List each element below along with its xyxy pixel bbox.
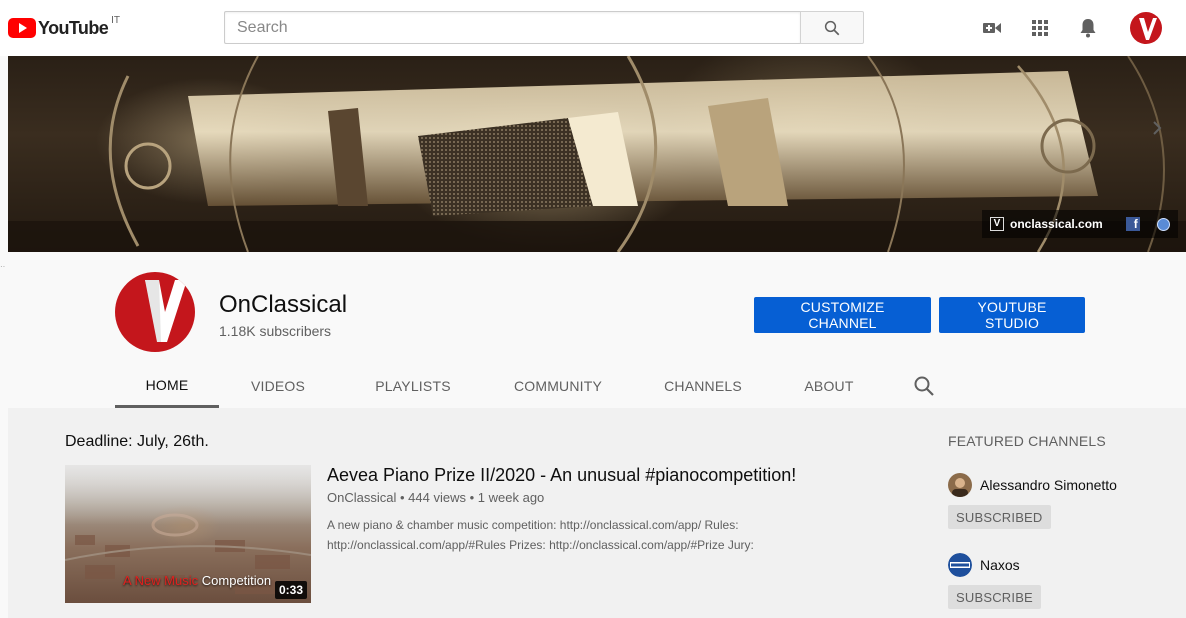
video-description: A new piano & chamber music competition:… <box>327 515 827 555</box>
website-link[interactable]: onclassical.com <box>1010 217 1103 231</box>
featured-channels-title: FEATURED CHANNELS <box>948 433 1106 449</box>
thumbnail-caption-red: A New Music <box>123 573 199 588</box>
search-button[interactable] <box>800 11 864 44</box>
globe-icon[interactable] <box>1156 217 1170 231</box>
naxos-logo-icon <box>948 553 972 577</box>
banner-links: V onclassical.com f <box>982 210 1178 238</box>
channel-home-content: Deadline: July, 26th. A New Music Compet… <box>8 408 1186 618</box>
onclassical-v-logo-icon <box>1139 18 1157 40</box>
account-avatar[interactable] <box>1130 12 1162 44</box>
tab-home[interactable]: HOME <box>115 364 219 408</box>
shelf-title: Deadline: July, 26th. <box>65 433 209 450</box>
tab-videos[interactable]: VIDEOS <box>235 364 321 408</box>
channel-header: OnClassical 1.18K subscribers CUSTOMIZE … <box>8 258 1186 408</box>
person-avatar-icon <box>948 473 972 497</box>
tab-playlists[interactable]: PLAYLISTS <box>361 364 465 408</box>
apps-grid-icon[interactable] <box>1028 16 1052 40</box>
country-code: IT <box>111 14 121 26</box>
youtube-logo[interactable]: YouTube IT <box>8 15 120 41</box>
video-duration: 0:33 <box>274 581 307 599</box>
featured-channel-name[interactable]: Naxos <box>980 557 1020 573</box>
subscribed-button[interactable]: SUBSCRIBED <box>948 505 1051 529</box>
notifications-bell-icon[interactable] <box>1076 16 1100 40</box>
video-channel[interactable]: OnClassical <box>327 490 396 505</box>
search-icon <box>824 20 840 35</box>
featured-channel-name[interactable]: Alessandro Simonetto <box>980 477 1117 493</box>
thumbnail-haze <box>65 465 311 525</box>
meta-separator: • <box>399 490 405 505</box>
video-age: 1 week ago <box>477 490 545 505</box>
meta-separator: • <box>469 490 475 505</box>
onclassical-site-icon: V <box>990 217 1004 231</box>
facebook-icon[interactable]: f <box>1125 217 1140 231</box>
youtube-logo-text: YouTube <box>38 17 109 38</box>
video-views: 444 views <box>408 490 466 505</box>
create-video-icon[interactable] <box>980 16 1004 40</box>
tab-channels[interactable]: CHANNELS <box>651 364 755 408</box>
tab-community[interactable]: COMMUNITY <box>499 364 617 408</box>
search-bar <box>224 11 864 44</box>
search-input[interactable] <box>224 11 800 44</box>
video-thumbnail[interactable]: A New Music Competition 0:33 <box>65 465 311 603</box>
channel-avatar[interactable] <box>115 272 195 352</box>
subscribe-button[interactable]: SUBSCRIBE <box>948 585 1041 609</box>
masthead: YouTube IT <box>0 0 1186 56</box>
featured-channel-avatar[interactable] <box>948 553 972 577</box>
onclassical-v-logo-icon <box>145 280 187 342</box>
description-line: http://onclassical.com/app/#Rules Prizes… <box>327 538 754 552</box>
thumbnail-caption: A New Music Competition <box>123 573 271 588</box>
description-line: A new piano & chamber music competition:… <box>327 518 739 532</box>
youtube-studio-button[interactable]: YOUTUBE STUDIO <box>939 297 1085 333</box>
page-edge-marks: ·· <box>0 262 6 271</box>
subscriber-count: 1.18K subscribers <box>219 323 332 339</box>
channel-name: OnClassical <box>219 291 348 318</box>
tab-about[interactable]: ABOUT <box>791 364 867 408</box>
chevron-right-icon[interactable] <box>1145 116 1169 140</box>
thumbnail-caption-white: Competition <box>201 573 272 588</box>
channel-banner: V onclassical.com f <box>8 56 1186 252</box>
featured-channel-avatar[interactable] <box>948 473 972 497</box>
channel-search-icon[interactable] <box>912 374 936 398</box>
customize-channel-button[interactable]: CUSTOMIZE CHANNEL <box>754 297 931 333</box>
video-title[interactable]: Aevea Piano Prize II/2020 - An unusual #… <box>327 465 796 486</box>
video-meta: OnClassical • 444 views • 1 week ago <box>327 490 544 505</box>
youtube-play-icon <box>8 18 36 38</box>
